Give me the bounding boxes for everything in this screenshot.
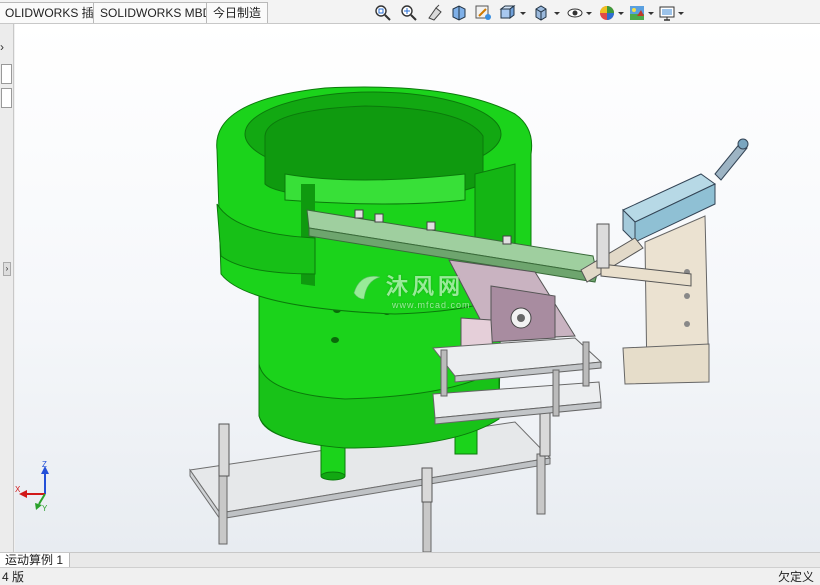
panel-expand-handle[interactable]: › bbox=[3, 262, 11, 276]
tab-solidworks-mbd[interactable]: SOLIDWORKS MBD bbox=[93, 2, 219, 23]
triad-y-label: Y bbox=[42, 504, 48, 512]
hide-show-items-icon[interactable] bbox=[564, 3, 586, 23]
view-settings-dropdown-icon[interactable] bbox=[678, 12, 684, 15]
panel-toggle-box[interactable] bbox=[1, 64, 12, 84]
view-settings-icon[interactable] bbox=[656, 3, 678, 23]
graphics-viewport[interactable]: 沐风网 www.mfcad.com Z X Y bbox=[15, 24, 820, 552]
triad-z-label: Z bbox=[42, 460, 47, 469]
command-manager-tabbar: OLIDWORKS 插件 SOLIDWORKS MBD 今日制造 bbox=[0, 0, 820, 24]
status-bar: 4 版 欠定义 bbox=[0, 567, 820, 585]
panel-toggle-box[interactable] bbox=[1, 88, 12, 108]
apply-scene-dropdown-icon[interactable] bbox=[648, 12, 654, 15]
tab-motion-study-1[interactable]: 运动算例 1 bbox=[0, 553, 71, 568]
view-orientation-icon[interactable] bbox=[496, 3, 518, 23]
display-style-dropdown-icon[interactable] bbox=[554, 12, 560, 15]
bottom-tabbar: 运动算例 1 bbox=[0, 552, 820, 568]
status-version: 4 版 bbox=[2, 570, 25, 584]
zoom-to-area-icon[interactable] bbox=[398, 3, 420, 23]
edit-appearance-icon[interactable] bbox=[596, 3, 618, 23]
display-style-icon[interactable] bbox=[530, 3, 552, 23]
watermark-logo: 沐风网 www.mfcad.com bbox=[350, 267, 500, 317]
apply-scene-icon[interactable] bbox=[626, 3, 648, 23]
tab-today-manufacturing[interactable]: 今日制造 bbox=[206, 2, 269, 23]
dynamic-annotation-icon[interactable] bbox=[472, 3, 494, 23]
section-view-icon[interactable] bbox=[448, 3, 470, 23]
feature-manager-collapsed-strip: › › bbox=[0, 24, 14, 552]
triad-x-label: X bbox=[15, 485, 21, 494]
edit-appearance-dropdown-icon[interactable] bbox=[618, 12, 624, 15]
previous-view-icon[interactable] bbox=[424, 3, 446, 23]
watermark-swirl-icon bbox=[353, 276, 381, 300]
zoom-to-fit-icon[interactable] bbox=[372, 3, 394, 23]
reference-triad: Z X Y bbox=[15, 460, 61, 513]
watermark-url: www.mfcad.com bbox=[392, 300, 471, 310]
hide-show-dropdown-icon[interactable] bbox=[586, 12, 592, 15]
chevron-right-icon[interactable]: › bbox=[0, 40, 4, 54]
status-definition-state: 欠定义 bbox=[777, 570, 814, 584]
view-orientation-dropdown-icon[interactable] bbox=[520, 12, 526, 15]
watermark-text: 沐风网 bbox=[386, 275, 465, 300]
